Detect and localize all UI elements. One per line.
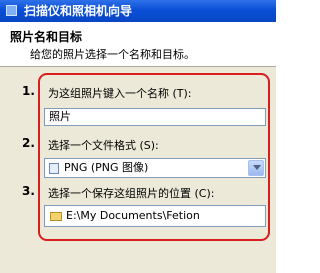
window-title: 扫描仪和照相机向导 (24, 4, 133, 18)
name-label: 为这组照片键入一个名称 (T): (48, 87, 192, 100)
step-number-2: 2. (22, 136, 35, 150)
page-subtitle: 给您的照片选择一个名称和目标。 (30, 48, 195, 61)
photo-name-input[interactable]: 照片 (44, 108, 266, 126)
file-format-select[interactable]: PNG (PNG 图像) (44, 158, 266, 178)
wizard-header: 照片名和目标 给您的照片选择一个名称和目标。 (0, 22, 276, 67)
page-title: 照片名和目标 (10, 30, 83, 44)
file-format-value: PNG (PNG 图像) (64, 161, 149, 174)
folder-icon (50, 212, 62, 221)
save-location-value: E:\My Documents\Fetion (66, 209, 200, 222)
location-label: 选择一个保存这组照片的位置 (C): (48, 187, 215, 200)
dropdown-button[interactable] (248, 160, 264, 176)
step-number-3: 3. (22, 184, 35, 198)
image-file-icon (49, 163, 59, 174)
app-icon (6, 5, 17, 16)
chevron-down-icon (253, 165, 261, 170)
step-number-1: 1. (22, 84, 35, 98)
title-bar[interactable]: 扫描仪和照相机向导 (0, 0, 276, 22)
save-location-select[interactable]: E:\My Documents\Fetion (44, 205, 266, 227)
format-label: 选择一个文件格式 (S): (48, 139, 159, 152)
